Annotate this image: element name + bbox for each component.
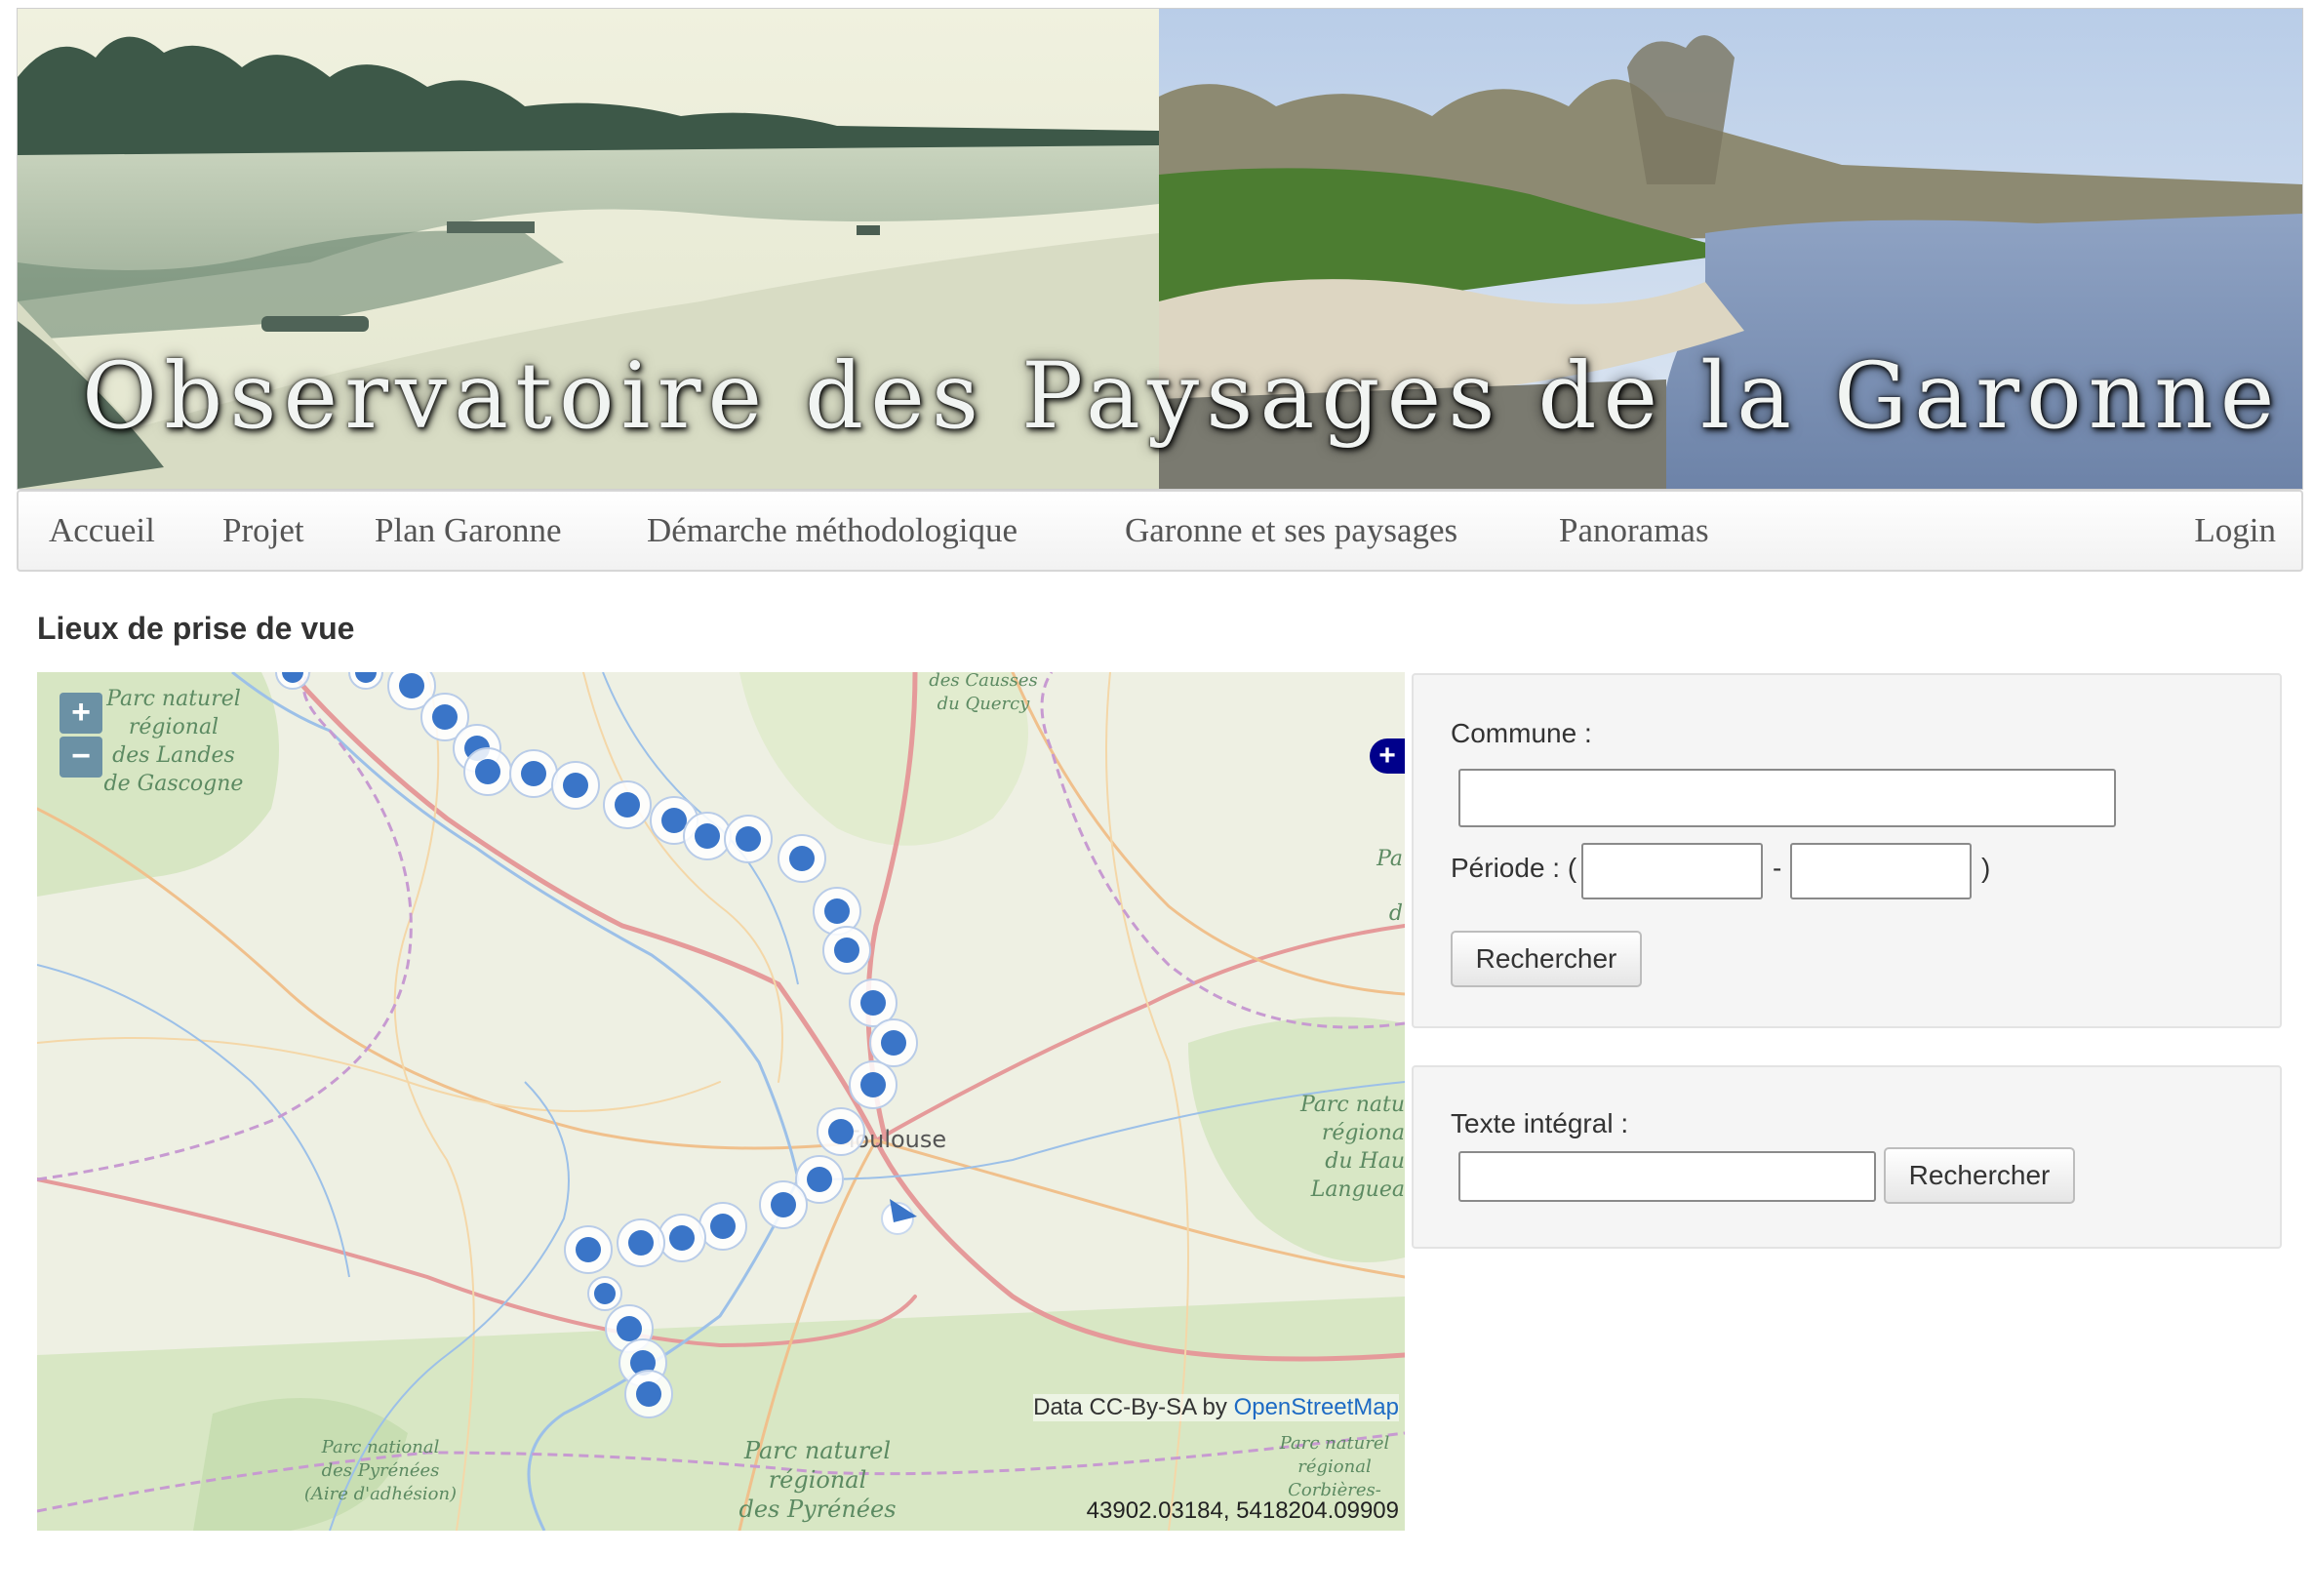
openstreetmap-link[interactable]: OpenStreetMap xyxy=(1234,1394,1399,1420)
fulltext-search-button[interactable]: Rechercher xyxy=(1884,1147,2075,1204)
map-attribution: Data CC-By-SA by OpenStreetMap xyxy=(1033,1394,1399,1421)
label-haut-languedoc-1: Parc natu xyxy=(1299,1093,1405,1117)
label-parc-landes-3: des Landes xyxy=(112,743,235,768)
label-edge-d: d xyxy=(1389,901,1403,926)
nav-item-garonne-paysages[interactable]: Garonne et ses paysages xyxy=(1125,492,1457,570)
attribution-text: Data CC-By-SA by xyxy=(1033,1394,1234,1420)
commune-label: Commune : xyxy=(1451,718,1592,748)
zoom-out-button[interactable]: − xyxy=(60,737,102,778)
fulltext-input[interactable] xyxy=(1458,1151,1876,1202)
photo-marker[interactable] xyxy=(658,1214,706,1262)
photo-marker[interactable] xyxy=(551,761,600,810)
label-parc-landes-1: Parc naturel xyxy=(105,687,241,711)
search-panel: Commune : Période : ( - ) Rechercher xyxy=(1412,673,2282,1028)
photo-marker[interactable] xyxy=(759,1180,808,1229)
photo-marker[interactable] xyxy=(698,1202,747,1251)
label-corbieres-2: régional xyxy=(1297,1456,1372,1477)
periode-start-input[interactable] xyxy=(1581,843,1763,899)
photo-marker[interactable] xyxy=(564,1225,613,1274)
photo-marker[interactable] xyxy=(617,1218,665,1267)
photo-marker[interactable] xyxy=(509,749,558,798)
label-causses-2: du Quercy xyxy=(938,694,1031,714)
label-pnr-pyrenees-2: régional xyxy=(769,1466,867,1494)
photo-marker[interactable] xyxy=(869,1018,918,1067)
label-haut-languedoc-3: du Hau xyxy=(1325,1149,1405,1174)
mouse-position-readout: 43902.03184, 5418204.09909 xyxy=(1086,1497,1399,1524)
label-pnr-pyrenees-1: Parc naturel xyxy=(743,1437,891,1464)
photo-marker[interactable] xyxy=(724,815,773,863)
page-title: Lieux de prise de vue xyxy=(37,611,355,646)
label-causses-1: des Causses xyxy=(929,672,1038,691)
nav-item-accueil[interactable]: Accueil xyxy=(49,492,155,570)
photo-marker[interactable] xyxy=(822,926,871,975)
photo-marker[interactable] xyxy=(849,1060,898,1109)
periode-separator: - xyxy=(1773,853,1782,883)
photo-marker[interactable] xyxy=(778,834,826,883)
site-banner: Observatoire des Paysages de la Garonne xyxy=(17,8,2303,490)
commune-input[interactable] xyxy=(1458,769,2116,827)
photo-marker[interactable] xyxy=(683,812,732,860)
fulltext-label: Texte intégral : xyxy=(1451,1108,1629,1138)
nav-item-plan-garonne[interactable]: Plan Garonne xyxy=(375,492,561,570)
fulltext-panel: Texte intégral : Rechercher xyxy=(1412,1065,2282,1249)
label-parc-landes-2: régional xyxy=(129,715,219,739)
photo-marker[interactable] xyxy=(587,1276,622,1311)
label-pn-pyrenees-2: des Pyrénées xyxy=(322,1460,440,1481)
site-title: Observatoire des Paysages de la Garonne xyxy=(82,343,2282,450)
periode-label: Période : ( xyxy=(1451,853,1577,883)
photo-marker[interactable] xyxy=(624,1370,673,1418)
search-button[interactable]: Rechercher xyxy=(1451,931,1642,987)
label-haut-languedoc-2: régiona xyxy=(1322,1121,1405,1145)
label-haut-languedoc-4: Languea xyxy=(1310,1177,1405,1202)
layer-switcher-button[interactable]: + xyxy=(1370,738,1405,774)
label-pn-pyrenees-3: (Aire d'adhésion) xyxy=(304,1484,457,1504)
label-parc-landes-4: de Gascogne xyxy=(104,772,244,796)
main-navbar: Accueil Projet Plan Garonne Démarche mét… xyxy=(17,490,2303,572)
nav-item-demarche-methodologique[interactable]: Démarche méthodologique xyxy=(647,492,1017,570)
photo-marker[interactable] xyxy=(463,747,512,796)
nav-login-link[interactable]: Login xyxy=(2194,492,2276,570)
label-edge-pa: Pa xyxy=(1376,847,1403,871)
periode-close: ) xyxy=(1981,853,1991,883)
periode-end-input[interactable] xyxy=(1790,843,1972,899)
nav-item-panoramas[interactable]: Panoramas xyxy=(1559,492,1709,570)
label-corbieres-1: Parc naturel xyxy=(1279,1433,1390,1454)
zoom-in-button[interactable]: + xyxy=(60,693,102,734)
photo-marker[interactable] xyxy=(603,780,652,829)
photo-marker[interactable] xyxy=(817,1107,865,1156)
label-pn-pyrenees-1: Parc national xyxy=(321,1437,440,1457)
map-view[interactable]: Parc naturel régional des Landes de Gasc… xyxy=(37,672,1405,1531)
nav-item-projet[interactable]: Projet xyxy=(222,492,304,570)
label-pnr-pyrenees-3: des Pyrénées xyxy=(738,1496,896,1523)
